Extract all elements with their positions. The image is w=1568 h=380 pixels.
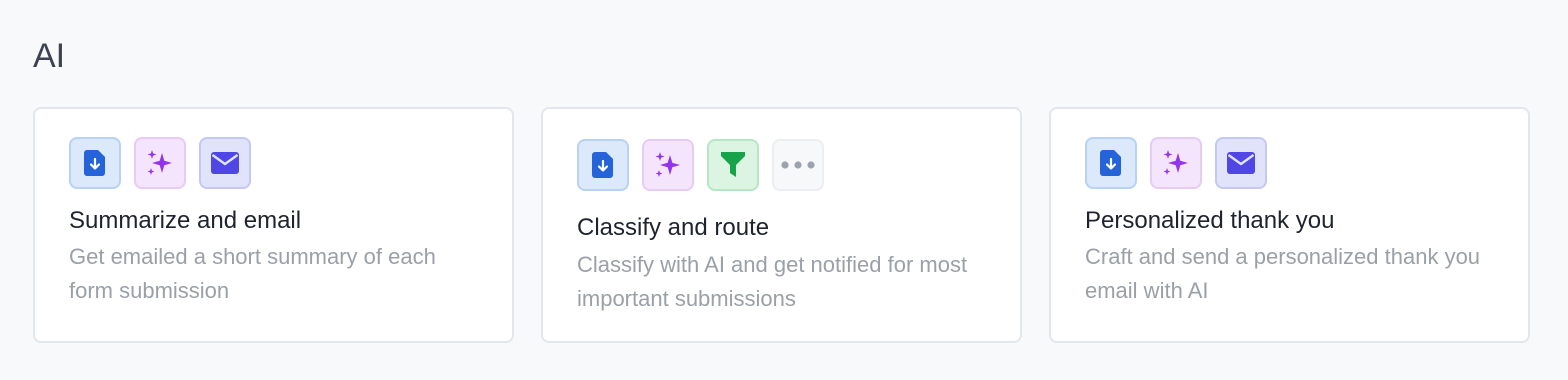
card-description: Classify with AI and get notified for mo… (577, 252, 968, 311)
filter-icon (707, 139, 759, 191)
card-description: Craft and send a personalized thank you … (1085, 244, 1481, 303)
mail-icon (1215, 137, 1267, 189)
download-document-icon (1085, 137, 1137, 189)
download-document-icon (69, 137, 121, 189)
template-card-summarize-and-email[interactable]: Summarize and email Get emailed a short … (33, 107, 514, 343)
section-title: AI (33, 37, 66, 75)
ai-sparkles-icon (642, 139, 694, 191)
card-title: Summarize and email (69, 207, 302, 234)
ai-sparkles-icon (1150, 137, 1202, 189)
more-icon (772, 139, 824, 191)
download-document-icon (577, 139, 629, 191)
card-title: Classify and route (577, 214, 770, 241)
card-title: Personalized thank you (1085, 207, 1335, 234)
mail-icon (199, 137, 251, 189)
card-icons (69, 137, 251, 189)
template-card-classify-and-route[interactable]: Classify and route Classify with AI and … (541, 107, 1022, 343)
ai-sparkles-icon (134, 137, 186, 189)
card-icons (1085, 137, 1267, 189)
template-card-personalized-thank-you[interactable]: Personalized thank you Craft and send a … (1049, 107, 1530, 343)
card-icons (577, 139, 824, 191)
templates-grid: Summarize and email Get emailed a short … (33, 107, 1530, 343)
card-description: Get emailed a short summary of each form… (69, 244, 436, 303)
